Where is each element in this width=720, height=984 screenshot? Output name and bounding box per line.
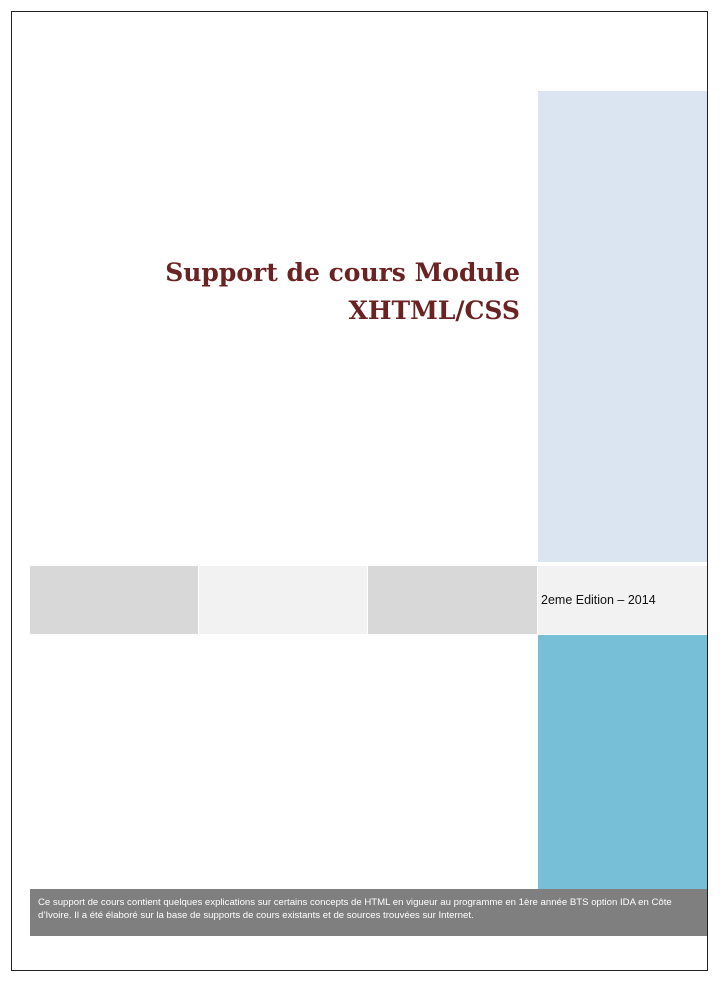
document-title: Support de cours Module XHTML/CSS [60, 254, 520, 330]
band-block-1 [30, 566, 198, 634]
edition-label: 2eme Edition – 2014 [541, 593, 656, 607]
band-block-2 [199, 566, 367, 634]
title-line-1: Support de cours Module [165, 258, 520, 287]
title-line-2: XHTML/CSS [348, 296, 520, 325]
description-bar: Ce support de cours contient quelques ex… [30, 889, 707, 936]
right-column-bottom-block [538, 635, 707, 889]
edition-block: 2eme Edition – 2014 [538, 566, 707, 634]
band-block-3 [368, 566, 537, 634]
right-column-top-block [538, 91, 707, 562]
description-text: Ce support de cours contient quelques ex… [38, 897, 672, 921]
